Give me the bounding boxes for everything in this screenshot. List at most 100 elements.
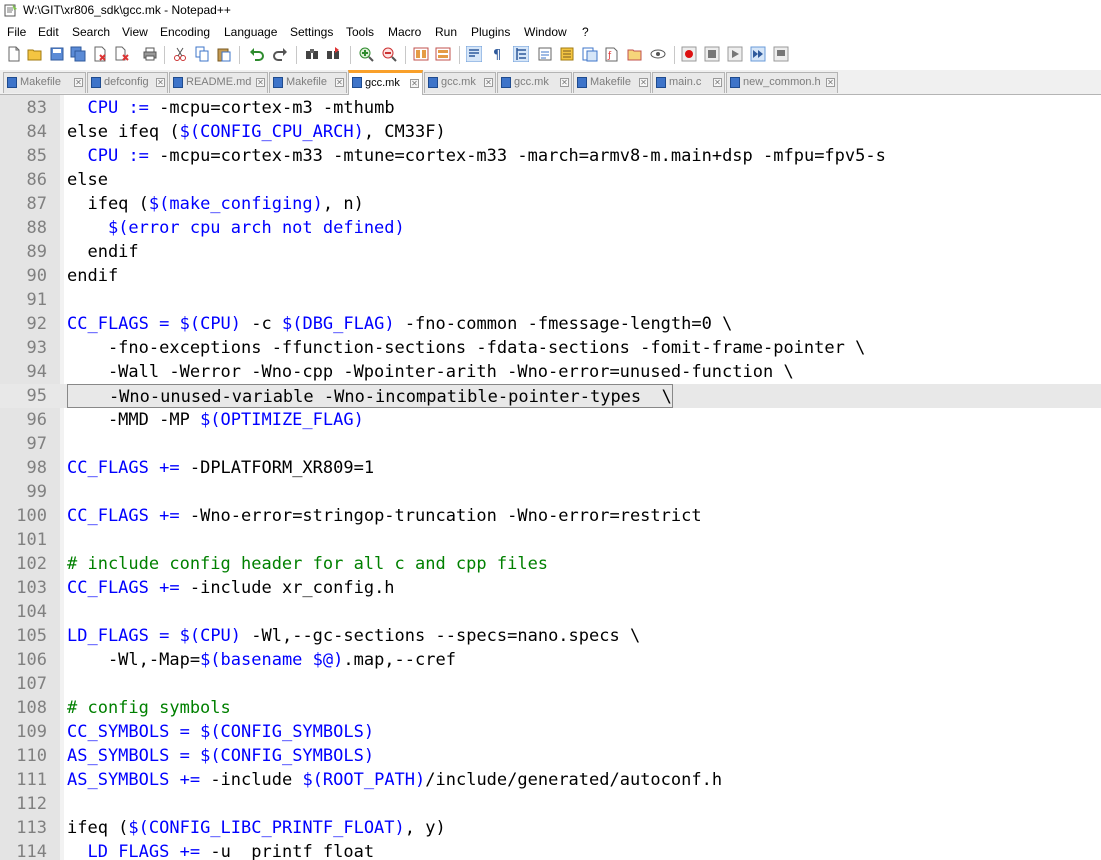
code-line[interactable]: 96 -MMD -MP $(OPTIMIZE_FLAG) <box>0 408 1101 432</box>
tab-makefile-2[interactable]: Makefile ✕ <box>269 72 347 93</box>
code-editor[interactable]: 83 CPU := -mcpu=cortex-m3 -mthumb 84 else … <box>0 95 1101 860</box>
code-line[interactable]: 89 endif <box>0 240 1101 264</box>
code-line[interactable]: 104 <box>0 600 1101 624</box>
menu-file[interactable]: File <box>7 25 26 39</box>
code-line[interactable]: 91 <box>0 288 1101 312</box>
code-line[interactable]: 100 CC_FLAGS += -Wno-error=stringop-trunc… <box>0 504 1101 528</box>
code-line[interactable]: 105 LD_FLAGS = $(CPU) -Wl,--gc-sections -… <box>0 624 1101 648</box>
close-all-icon[interactable] <box>114 46 130 62</box>
code-line[interactable]: 98 CC_FLAGS += -DPLATFORM_XR809=1 <box>0 456 1101 480</box>
save-macro-icon[interactable] <box>773 46 789 62</box>
cut-icon[interactable] <box>172 46 188 62</box>
folder-workspace-icon[interactable]: ƒ <box>604 46 620 62</box>
tab-gcc-mk-2[interactable]: gcc.mk ✕ <box>424 72 496 93</box>
menu-bar: File Edit Search View Encoding Language … <box>0 22 1101 42</box>
code-line[interactable]: 109 CC_SYMBOLS = $(CONFIG_SYMBOLS) <box>0 720 1101 744</box>
tab-gcc-mk-3[interactable]: gcc.mk ✕ <box>497 72 572 93</box>
code-line[interactable]: 103 CC_FLAGS += -include xr_config.h <box>0 576 1101 600</box>
code-line[interactable]: 93 -fno-exceptions -ffunction-sections -… <box>0 336 1101 360</box>
indent-guide-icon[interactable] <box>513 46 529 62</box>
folder-icon[interactable] <box>627 46 643 62</box>
code-line[interactable]: 86 else <box>0 168 1101 192</box>
save-all-icon[interactable] <box>70 46 86 62</box>
undo-icon[interactable] <box>249 46 265 62</box>
zoom-out-icon[interactable] <box>381 46 397 62</box>
menu-plugins[interactable]: Plugins <box>471 25 510 39</box>
menu-language[interactable]: Language <box>224 25 277 39</box>
code-line[interactable]: 101 <box>0 528 1101 552</box>
print-icon[interactable] <box>142 46 158 62</box>
code-line[interactable]: 87 ifeq ($(make_configing), n) <box>0 192 1101 216</box>
find-icon[interactable] <box>304 46 320 62</box>
menu-view[interactable]: View <box>122 25 148 39</box>
copy-icon[interactable] <box>194 46 210 62</box>
word-wrap-icon[interactable] <box>466 46 482 62</box>
tab-makefile-1[interactable]: Makefile ✕ <box>3 72 86 93</box>
tab-readme[interactable]: README.md ✕ <box>169 72 268 93</box>
sync-vertical-icon[interactable] <box>413 46 429 62</box>
paste-icon[interactable] <box>216 46 232 62</box>
menu-run[interactable]: Run <box>435 25 457 39</box>
redo-icon[interactable] <box>272 46 288 62</box>
save-icon[interactable] <box>49 46 65 62</box>
tab-defconfig[interactable]: defconfig ✕ <box>87 72 168 93</box>
tab-close-icon[interactable]: ✕ <box>335 78 344 87</box>
monitor-icon[interactable] <box>650 46 666 62</box>
code-line[interactable]: 113 ifeq ($(CONFIG_LIBC_PRINTF_FLOAT), y) <box>0 816 1101 840</box>
close-icon[interactable] <box>92 46 108 62</box>
tab-new-common-h[interactable]: new_common.h ✕ <box>726 72 838 93</box>
replace-icon[interactable] <box>325 46 341 62</box>
code-line[interactable]: 92 CC_FLAGS = $(CPU) -c $(DBG_FLAG) -fno-… <box>0 312 1101 336</box>
tab-close-icon[interactable]: ✕ <box>256 78 265 87</box>
new-file-icon[interactable] <box>6 46 22 62</box>
code-line[interactable]: 110 AS_SYMBOLS = $(CONFIG_SYMBOLS) <box>0 744 1101 768</box>
code-line[interactable]: 111 AS_SYMBOLS += -include $(ROOT_PATH)/i… <box>0 768 1101 792</box>
tab-main-c[interactable]: main.c ✕ <box>652 72 725 93</box>
play-macro-icon[interactable] <box>727 46 743 62</box>
tab-close-icon[interactable]: ✕ <box>826 78 835 87</box>
stop-record-icon[interactable] <box>704 46 720 62</box>
code-line[interactable]: 90 endif <box>0 264 1101 288</box>
menu-edit[interactable]: Edit <box>38 25 59 39</box>
code-line[interactable]: 95 -Wno-unused-variable -Wno-incompatibl… <box>0 384 1101 408</box>
menu-tools[interactable]: Tools <box>346 25 374 39</box>
open-file-icon[interactable] <box>27 46 43 62</box>
sync-horizontal-icon[interactable] <box>435 46 451 62</box>
tab-close-icon[interactable]: ✕ <box>484 78 493 87</box>
code-line[interactable]: 97 <box>0 432 1101 456</box>
tab-makefile-3[interactable]: Makefile ✕ <box>573 72 651 93</box>
code-line[interactable]: 112 <box>0 792 1101 816</box>
tab-close-icon[interactable]: ✕ <box>560 78 569 87</box>
show-all-chars-icon[interactable]: ¶ <box>489 46 505 62</box>
tab-gcc-mk-active[interactable]: gcc.mk ✕ <box>348 70 423 95</box>
menu-help[interactable]: ? <box>582 25 589 39</box>
code-line[interactable]: 94 -Wall -Werror -Wno-cpp -Wpointer-arit… <box>0 360 1101 384</box>
code-line[interactable]: 107 <box>0 672 1101 696</box>
menu-window[interactable]: Window <box>524 25 567 39</box>
code-line[interactable]: 83 CPU := -mcpu=cortex-m3 -mthumb <box>0 96 1101 120</box>
code-line[interactable]: 102 # include config header for all c and… <box>0 552 1101 576</box>
tab-close-icon[interactable]: ✕ <box>639 78 648 87</box>
menu-search[interactable]: Search <box>72 25 110 39</box>
record-macro-icon[interactable] <box>681 46 697 62</box>
tab-close-icon[interactable]: ✕ <box>74 78 83 87</box>
code-line[interactable]: 84 else ifeq ($(CONFIG_CPU_ARCH), CM33F) <box>0 120 1101 144</box>
menu-encoding[interactable]: Encoding <box>160 25 210 39</box>
code-line[interactable]: 85 CPU := -mcpu=cortex-m33 -mtune=cortex… <box>0 144 1101 168</box>
language-icon[interactable] <box>537 46 553 62</box>
run-macro-multiple-icon[interactable] <box>750 46 766 62</box>
menu-macro[interactable]: Macro <box>388 25 421 39</box>
code-line[interactable]: 106 -Wl,-Map=$(basename $@).map,--cref <box>0 648 1101 672</box>
doc-map-icon[interactable] <box>559 46 575 62</box>
function-list-icon[interactable] <box>582 46 598 62</box>
zoom-in-icon[interactable] <box>358 46 374 62</box>
code-line[interactable]: 88 $(error cpu arch not defined) <box>0 216 1101 240</box>
code-line[interactable]: 114 LD_FLAGS += -u _printf_float <box>0 840 1101 860</box>
tab-close-icon[interactable]: ✕ <box>410 79 419 88</box>
code-line[interactable]: 99 <box>0 480 1101 504</box>
file-saved-icon <box>7 77 17 88</box>
menu-settings[interactable]: Settings <box>290 25 333 39</box>
tab-close-icon[interactable]: ✕ <box>156 78 165 87</box>
code-line[interactable]: 108 # config symbols <box>0 696 1101 720</box>
tab-close-icon[interactable]: ✕ <box>713 78 722 87</box>
